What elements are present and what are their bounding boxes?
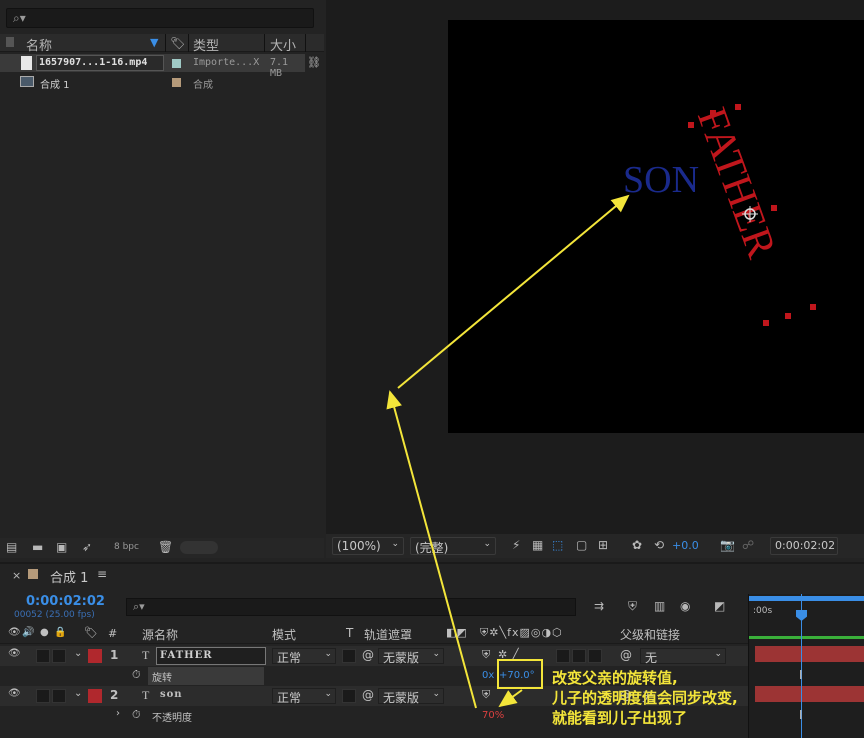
arrow-to-son: [397, 194, 630, 389]
arrow-to-opacity: [498, 689, 523, 708]
annotation-arrows: [386, 194, 630, 709]
arrow-from-opacity: [386, 390, 477, 709]
